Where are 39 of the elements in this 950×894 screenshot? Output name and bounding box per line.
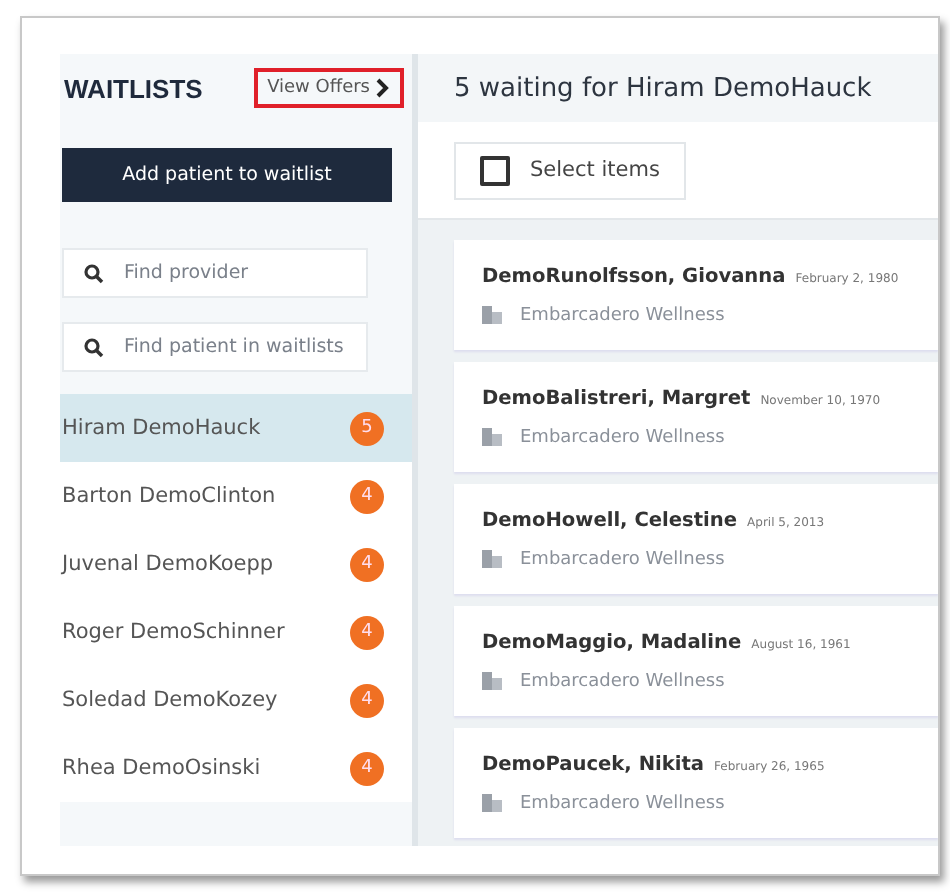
provider-name: Hiram DemoHauck: [62, 416, 261, 440]
count-badge: 5: [350, 411, 384, 445]
provider-name: Roger DemoSchinner: [62, 620, 285, 644]
checkbox[interactable]: [480, 155, 510, 185]
sidebar-title: WAITLISTS: [64, 73, 203, 103]
view-offers-link[interactable]: View Offers: [253, 68, 404, 108]
select-items-button[interactable]: Select items: [454, 141, 686, 199]
building-icon: [482, 428, 502, 446]
location-text: Embarcadero Wellness: [520, 305, 725, 325]
add-patient-button[interactable]: Add patient to waitlist: [62, 148, 392, 202]
location-text: Embarcadero Wellness: [520, 427, 725, 447]
count-badge: 4: [350, 479, 384, 513]
main-title: 5 waiting for Hiram DemoHauck: [454, 73, 872, 103]
search-field[interactable]: Find patient in waitlists: [62, 322, 368, 372]
provider-name: Soledad DemoKozey: [62, 688, 278, 712]
chevron-right-icon: [376, 78, 390, 98]
patient-name: DemoBalistreri, Margret: [482, 387, 751, 409]
search-icon: [84, 338, 104, 358]
building-icon: [482, 306, 502, 324]
patient-name: DemoRunolfsson, Giovanna: [482, 265, 786, 287]
count-badge: 4: [350, 547, 384, 581]
provider-item[interactable]: Hiram DemoHauck 5: [60, 394, 412, 462]
count-badge: 4: [350, 615, 384, 649]
provider-name: Juvenal DemoKoepp: [62, 552, 274, 576]
building-icon: [482, 550, 502, 568]
building-icon: [482, 672, 502, 690]
provider-name: Barton DemoClinton: [62, 484, 276, 508]
search-icon: [84, 264, 104, 284]
provider-name: Rhea DemoOsinski: [62, 756, 261, 780]
location-text: Embarcadero Wellness: [520, 549, 725, 569]
patient-name: DemoPaucek, Nikita: [482, 753, 705, 775]
patient-name: DemoMaggio, Madaline: [482, 631, 742, 653]
location-text: Embarcadero Wellness: [520, 671, 725, 691]
building-icon: [482, 794, 502, 812]
patient-name: DemoHowell, Celestine: [482, 509, 738, 531]
location-text: Embarcadero Wellness: [520, 793, 725, 813]
count-badge: 4: [350, 683, 384, 717]
count-badge: 4: [350, 751, 384, 785]
search-field[interactable]: Find provider: [62, 248, 368, 298]
